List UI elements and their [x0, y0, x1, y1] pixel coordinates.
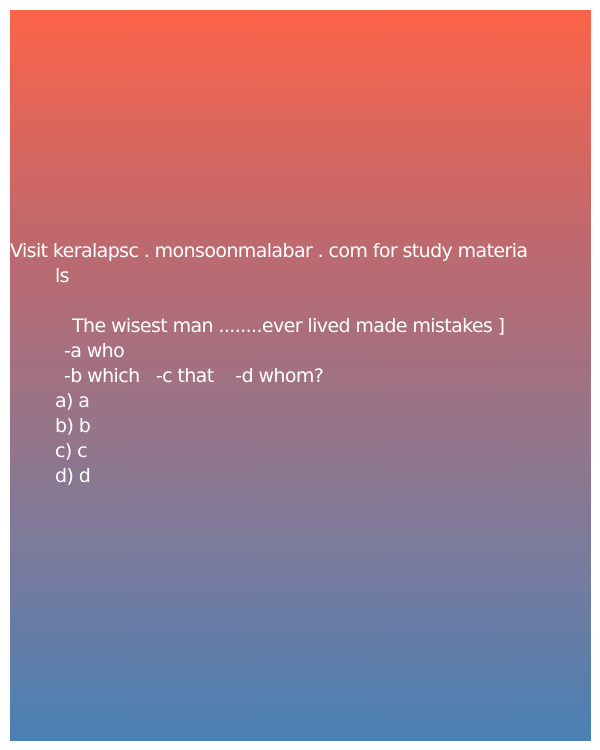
question-text: The wisest man ........ever lived made m… — [72, 315, 505, 337]
question-card: Visit keralapsc . monsoonmalabar . com f… — [10, 10, 591, 741]
header-text-line2: ls — [55, 265, 70, 287]
question-options-row1: -a who — [64, 340, 125, 362]
answer-option-c: c) c — [55, 440, 88, 462]
answer-option-b: b) b — [55, 415, 91, 437]
answer-option-a: a) a — [55, 390, 90, 412]
answer-option-d: d) d — [55, 465, 91, 487]
question-options-row2: -b which -c that -d whom? — [64, 365, 324, 387]
header-text-line1: Visit keralapsc . monsoonmalabar . com f… — [10, 240, 528, 262]
